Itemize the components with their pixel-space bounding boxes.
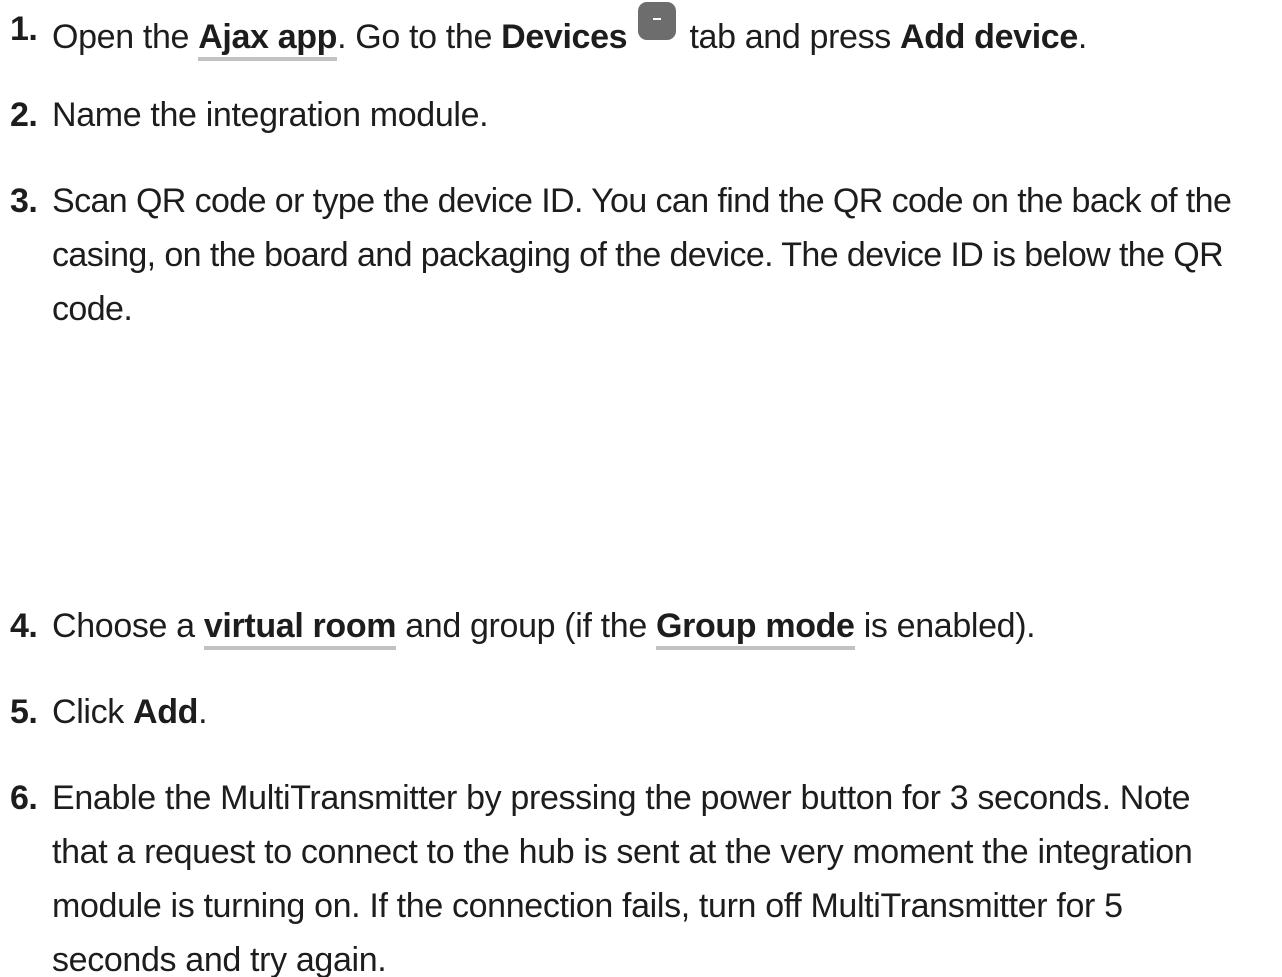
virtual-room-link[interactable]: virtual room — [203, 607, 396, 650]
step-text-part: and group (if the — [396, 607, 656, 645]
step-text-part: Open the — [52, 18, 199, 56]
step-text-part: . — [1077, 18, 1088, 56]
step-number: 1. — [10, 10, 38, 48]
group-mode-link[interactable]: Group mode — [655, 607, 855, 650]
step-text-part: Click — [52, 693, 134, 731]
devices-tab-label: Devices — [501, 18, 628, 56]
step-text: Open the Ajax app. Go to the Devices tab… — [52, 2, 1280, 64]
step-number: 5. — [10, 693, 38, 731]
step-text-part: is enabled). — [854, 607, 1036, 645]
step-number: 2. — [10, 96, 38, 134]
step-text-part: . Go to the — [337, 18, 502, 56]
step-text-part: tab and press — [680, 18, 901, 56]
step-number: 6. — [10, 779, 38, 817]
add-label: Add — [133, 693, 199, 731]
step-number: 3. — [10, 182, 38, 220]
step-text-part: . — [198, 693, 208, 731]
step-text: Click Add. — [52, 685, 1280, 739]
step-text-part: Choose a — [52, 607, 204, 645]
step-number: 4. — [10, 607, 38, 645]
step-text: Name the integration module. — [52, 96, 489, 134]
add-device-label: Add device — [900, 18, 1078, 56]
step-text: Scan QR code or type the device ID. You … — [52, 182, 1232, 328]
step-text: Choose a virtual room and group (if the … — [52, 599, 1280, 653]
ajax-app-link[interactable]: Ajax app — [198, 18, 337, 61]
devices-tab-icon — [638, 2, 677, 40]
step-text: Enable the MultiTransmitter by pressing … — [52, 779, 1193, 977]
